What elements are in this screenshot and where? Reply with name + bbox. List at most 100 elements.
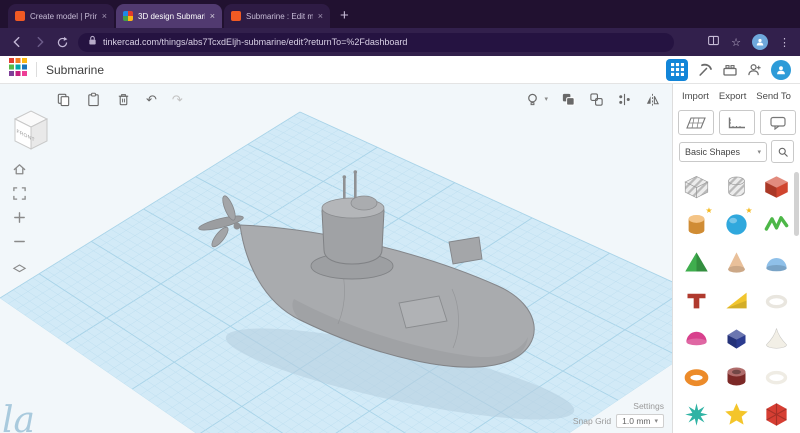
address-bar: tinkercad.com/things/abs7TcxdEljh-submar… <box>0 28 800 56</box>
paste-icon[interactable] <box>86 92 101 107</box>
blocks-pickaxe-icon[interactable] <box>697 62 713 78</box>
settings-button[interactable]: Settings <box>633 401 664 411</box>
browser-tab[interactable]: Create model | Printables.com × <box>8 4 114 28</box>
snap-grid-label: Snap Grid <box>572 416 612 426</box>
shape-pyramid[interactable] <box>678 245 716 280</box>
shape-tube[interactable] <box>718 359 756 394</box>
lock-icon <box>88 33 97 51</box>
url-bar[interactable]: tinkercad.com/things/abs7TcxdEljh-submar… <box>78 32 674 52</box>
shape-cylinder[interactable]: ★ <box>678 206 716 242</box>
undo-icon[interactable]: ↶ <box>146 93 157 106</box>
shape-torus[interactable] <box>678 359 716 394</box>
tab-title: Submarine : Edit model | Print... <box>246 11 313 21</box>
show-all-icon[interactable] <box>525 92 540 107</box>
favorite-star-icon[interactable]: ☆ <box>731 36 741 49</box>
header-actions <box>666 58 791 81</box>
back-icon[interactable] <box>10 35 24 49</box>
export-button[interactable]: Export <box>719 91 746 102</box>
shape-star[interactable] <box>678 397 716 432</box>
chevron-down-icon: ▾ <box>757 148 761 156</box>
tab-title: Create model | Printables.com <box>30 11 97 21</box>
viewport[interactable]: ↶ ↷ ▾ FRONT Settings Snap Grid 1.0 mm ▾ … <box>0 84 672 433</box>
delete-icon[interactable] <box>116 92 131 107</box>
tab-favicon <box>15 11 25 21</box>
shape-grid: ★ ★ <box>673 167 800 432</box>
browser-profile-avatar[interactable] <box>752 34 768 50</box>
shape-roof[interactable] <box>758 245 796 280</box>
shape-category-dropdown[interactable]: Basic Shapes ▾ <box>679 141 767 162</box>
snap-grid-select[interactable]: 1.0 mm ▾ <box>616 414 664 428</box>
user-avatar[interactable] <box>771 59 791 80</box>
align-icon[interactable] <box>617 92 632 107</box>
redo-icon[interactable]: ↷ <box>172 93 183 106</box>
refresh-icon[interactable] <box>56 36 69 49</box>
workplane-tool-button[interactable] <box>677 110 714 135</box>
browser-tab[interactable]: Submarine : Edit model | Print... × <box>224 4 330 28</box>
mirror-icon[interactable] <box>645 92 660 107</box>
group-icon[interactable] <box>561 92 576 107</box>
search-button[interactable] <box>771 140 794 163</box>
home-view-button[interactable] <box>12 162 27 177</box>
panel-tools <box>673 109 800 139</box>
panel-actions: Import Export Send To <box>673 84 800 109</box>
tab-close-icon[interactable]: × <box>102 11 107 21</box>
shape-ring[interactable] <box>758 283 796 318</box>
watermark: la <box>2 400 35 433</box>
grid-settings: Settings Snap Grid 1.0 mm ▾ <box>573 401 664 428</box>
url-text: tinkercad.com/things/abs7TcxdEljh-submar… <box>103 37 408 47</box>
bricks-icon[interactable] <box>722 62 738 78</box>
design-title[interactable]: Submarine <box>46 63 104 77</box>
edit-toolbar: ↶ ↷ ▾ <box>0 84 672 111</box>
forward-icon[interactable] <box>33 35 47 49</box>
shape-box-hole[interactable] <box>678 169 716 204</box>
notes-tool-button[interactable] <box>759 110 796 135</box>
shape-polygon[interactable] <box>718 321 756 356</box>
zoom-out-button[interactable] <box>12 234 27 249</box>
browser-menu-icon[interactable]: ⋮ <box>779 36 790 49</box>
panel-filter: Basic Shapes ▾ <box>673 139 800 167</box>
new-tab-button[interactable]: + <box>332 8 357 23</box>
header-divider <box>36 62 37 77</box>
shape-half-sphere[interactable] <box>678 321 716 356</box>
import-button[interactable]: Import <box>682 91 709 102</box>
share-person-icon[interactable] <box>747 62 762 77</box>
favorite-star-badge: ★ <box>745 206 753 215</box>
shape-box[interactable] <box>758 169 796 204</box>
perspective-toggle-button[interactable] <box>12 258 27 273</box>
shapes-view-button[interactable] <box>666 58 688 81</box>
submarine-model[interactable] <box>0 84 672 433</box>
tab-favicon <box>231 11 241 21</box>
shape-icosahedron[interactable] <box>758 397 796 432</box>
split-screen-icon[interactable] <box>707 34 720 50</box>
shapes-panel: Import Export Send To Basic Shapes ▾ ★ ★ <box>672 84 800 433</box>
tab-favicon <box>123 11 133 21</box>
app-header: Submarine <box>0 56 800 84</box>
show-all-caret-icon[interactable]: ▾ <box>544 95 548 103</box>
edit-toolbar-right: ▾ <box>525 92 660 107</box>
copy-icon[interactable] <box>56 92 71 107</box>
shape-cone[interactable] <box>718 245 756 280</box>
browser-tab[interactable]: 3D design Submarine | Tinkerc... × <box>116 4 222 28</box>
shape-torus-thin[interactable] <box>758 359 796 394</box>
view-controls <box>12 162 27 273</box>
shape-five-point-star[interactable] <box>718 397 756 432</box>
tab-strip: Create model | Printables.com×3D design … <box>0 0 800 28</box>
shape-scribble[interactable] <box>758 207 796 242</box>
fit-view-button[interactable] <box>12 186 27 201</box>
tab-close-icon[interactable]: × <box>318 11 323 21</box>
shape-text[interactable] <box>678 283 716 318</box>
shape-paraboloid[interactable] <box>758 321 796 356</box>
chevron-down-icon: ▾ <box>654 418 658 425</box>
shape-wedge[interactable] <box>718 283 756 318</box>
tinkercad-logo[interactable] <box>9 58 27 81</box>
zoom-in-button[interactable] <box>12 210 27 225</box>
view-cube[interactable]: FRONT <box>8 106 54 154</box>
shape-sphere[interactable]: ★ <box>718 206 756 242</box>
send-to-button[interactable]: Send To <box>756 91 791 102</box>
tab-close-icon[interactable]: × <box>210 11 215 21</box>
ruler-tool-button[interactable] <box>718 110 755 135</box>
shape-cylinder-hole[interactable] <box>718 169 756 204</box>
panel-scrollbar[interactable] <box>794 172 799 236</box>
favorite-star-badge: ★ <box>705 206 713 215</box>
ungroup-icon[interactable] <box>589 92 604 107</box>
